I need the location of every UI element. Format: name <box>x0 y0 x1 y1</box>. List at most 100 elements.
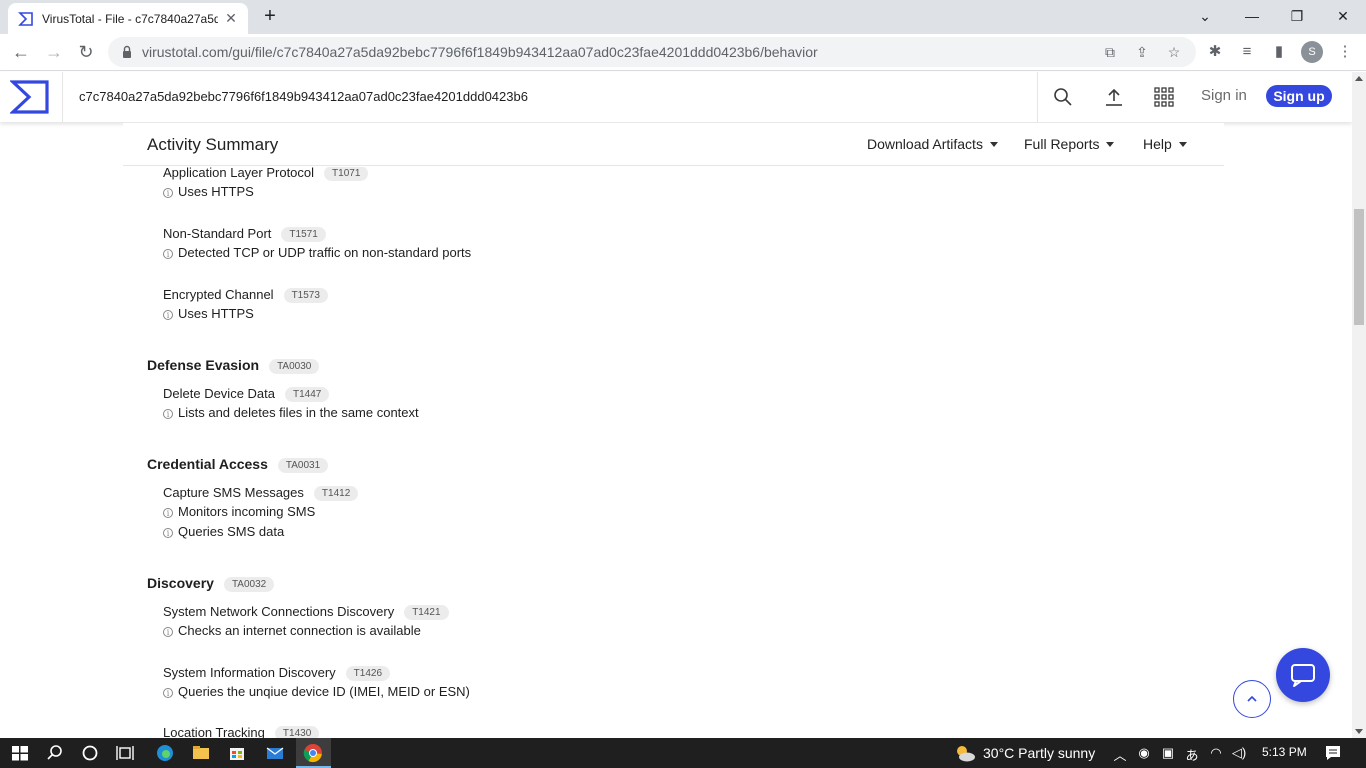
tactic-id-badge: TA0030 <box>269 359 320 374</box>
scrollbar-thumb[interactable] <box>1354 209 1364 325</box>
weather-icon[interactable] <box>953 742 977 764</box>
technique-detail: i Monitors incoming SMS <box>163 504 315 519</box>
wifi-icon[interactable]: ◠ <box>1207 745 1225 761</box>
chrome-icon <box>303 744 322 763</box>
scroll-to-top-button[interactable] <box>1233 680 1271 718</box>
restore-icon[interactable]: ❐ <box>1287 6 1307 26</box>
caret-down-icon <box>1106 142 1115 147</box>
tactics-list: Application Layer Protocol T1071 i Uses HT… <box>0 167 1352 738</box>
volume-icon[interactable]: ◁) <box>1230 745 1248 761</box>
apps-grid-icon[interactable] <box>1153 86 1175 108</box>
technique-id-badge: T1571 <box>281 227 326 242</box>
info-icon: i <box>163 528 173 538</box>
address-bar[interactable]: virustotal.com/gui/file/c7c7840a27a5da92… <box>108 37 1196 67</box>
technique-id-badge: T1426 <box>345 666 391 681</box>
virustotal-logo-icon[interactable] <box>8 80 50 114</box>
url-text: virustotal.com/gui/file/c7c7840a27a5da92… <box>142 44 818 60</box>
minimize-icon[interactable]: — <box>1242 6 1262 26</box>
scroll-up-arrow-icon[interactable] <box>1355 76 1363 81</box>
back-icon[interactable]: ← <box>11 42 31 62</box>
technique-detail: i Lists and deletes files in the same con… <box>163 405 419 420</box>
tab-search-chevron-icon[interactable]: ⌄ <box>1195 6 1215 26</box>
share-icon[interactable]: ⇪ <box>1134 44 1150 60</box>
new-tab-icon[interactable]: + <box>260 6 280 27</box>
side-panel-icon[interactable]: ▮ <box>1269 42 1289 62</box>
sign-up-button[interactable]: Sign up <box>1266 85 1332 107</box>
sign-in-link[interactable]: Sign in <box>1201 87 1247 104</box>
edge-browser-icon[interactable] <box>154 742 176 764</box>
notifications-icon[interactable] <box>1324 744 1342 762</box>
technique-row: Location Tracking T1430 <box>163 725 320 738</box>
technique-id-badge: T1573 <box>283 288 328 303</box>
upload-icon[interactable] <box>1103 86 1125 108</box>
technique-row: Delete Device Data T1447 <box>163 386 330 402</box>
store-icon[interactable] <box>226 742 248 764</box>
chat-button[interactable] <box>1276 648 1330 702</box>
technique-detail: i Uses HTTPS <box>163 184 254 199</box>
info-icon: i <box>163 188 173 198</box>
task-view-icon[interactable] <box>114 742 136 764</box>
activity-summary-header: Activity Summary Download Artifacts Full… <box>123 123 1224 166</box>
caret-down-icon <box>989 142 998 147</box>
forward-icon[interactable]: → <box>44 42 64 62</box>
profile-avatar[interactable]: S <box>1301 41 1323 63</box>
technique-row: Application Layer Protocol T1071 <box>163 167 369 181</box>
technique-row: Capture SMS Messages T1412 <box>163 485 359 501</box>
chrome-taskbar-button[interactable] <box>296 738 331 768</box>
tactic-heading: Discovery TA0032 <box>147 575 275 592</box>
scroll-down-arrow-icon[interactable] <box>1355 729 1363 734</box>
info-icon: i <box>163 688 173 698</box>
clock[interactable]: 5:13 PM <box>1262 745 1307 759</box>
chevron-up-icon <box>1247 695 1257 702</box>
technique-row: Encrypted Channel T1573 <box>163 287 328 303</box>
tactic-id-badge: TA0031 <box>277 458 329 473</box>
open-in-app-icon[interactable]: ⧉ <box>1102 44 1118 60</box>
search-icon[interactable] <box>44 742 66 764</box>
technique-row: Non-Standard Port T1571 <box>163 226 326 242</box>
search-icon[interactable] <box>1052 86 1074 108</box>
technique-id-badge: T1447 <box>285 387 330 402</box>
technique-id-badge: T1430 <box>274 726 320 738</box>
search-input-value: c7c7840a27a5da92bebc7796f6f1849b943412aa… <box>79 89 528 104</box>
browser-menu-icon[interactable]: ⋮ <box>1335 42 1355 62</box>
file-explorer-icon[interactable] <box>190 742 212 764</box>
cortana-icon[interactable] <box>79 742 101 764</box>
page-scrollbar[interactable] <box>1352 72 1366 738</box>
full-reports-menu[interactable]: Full Reports <box>1024 136 1115 152</box>
browser-tab-strip: VirusTotal - File - c7c7840a27a5da92bebc… <box>0 0 1366 34</box>
technique-row: System Network Connections Discovery T142… <box>163 604 449 620</box>
lock-icon <box>120 45 134 59</box>
chat-bubble-icon <box>1291 664 1315 687</box>
record-icon[interactable]: ◉ <box>1135 745 1153 761</box>
reload-icon[interactable]: ↻ <box>76 42 96 62</box>
windows-start-icon[interactable] <box>9 742 31 764</box>
close-window-icon[interactable]: ✕ <box>1333 6 1353 26</box>
mail-icon[interactable] <box>264 742 286 764</box>
help-menu[interactable]: Help <box>1143 136 1187 152</box>
media-controls-icon[interactable]: ≡ <box>1237 42 1257 62</box>
tab-title: VirusTotal - File - c7c7840a27a5da92bebc… <box>42 11 218 26</box>
meet-now-icon[interactable]: ▣ <box>1159 745 1177 761</box>
technique-row: System Information Discovery T1426 <box>163 665 391 681</box>
tactic-heading: Defense Evasion TA0030 <box>147 357 320 374</box>
virustotal-favicon-icon <box>18 11 34 27</box>
info-icon: i <box>163 249 173 259</box>
search-input[interactable]: c7c7840a27a5da92bebc7796f6f1849b943412aa… <box>62 72 1038 122</box>
technique-id-badge: T1421 <box>404 605 449 620</box>
show-hidden-icons-chevron-icon[interactable]: ︿ <box>1111 745 1129 764</box>
technique-detail: i Queries SMS data <box>163 524 284 539</box>
section-title: Activity Summary <box>147 135 279 154</box>
bookmark-star-icon[interactable]: ☆ <box>1166 44 1182 60</box>
info-icon: i <box>163 508 173 518</box>
technique-detail: i Checks an internet connection is availa… <box>163 623 421 638</box>
info-icon: i <box>163 409 173 419</box>
info-icon: i <box>163 310 173 320</box>
download-artifacts-menu[interactable]: Download Artifacts <box>867 136 998 152</box>
weather-text[interactable]: 30°C Partly sunny <box>983 745 1095 761</box>
technique-detail: i Uses HTTPS <box>163 306 254 321</box>
browser-toolbar: ← → ↻ virustotal.com/gui/file/c7c7840a27… <box>0 34 1366 71</box>
extensions-puzzle-icon[interactable]: ✱ <box>1205 42 1225 62</box>
browser-tab[interactable]: VirusTotal - File - c7c7840a27a5da92bebc… <box>8 3 248 34</box>
close-tab-icon[interactable]: ✕ <box>224 11 238 25</box>
input-language-icon[interactable]: あ <box>1183 745 1201 764</box>
